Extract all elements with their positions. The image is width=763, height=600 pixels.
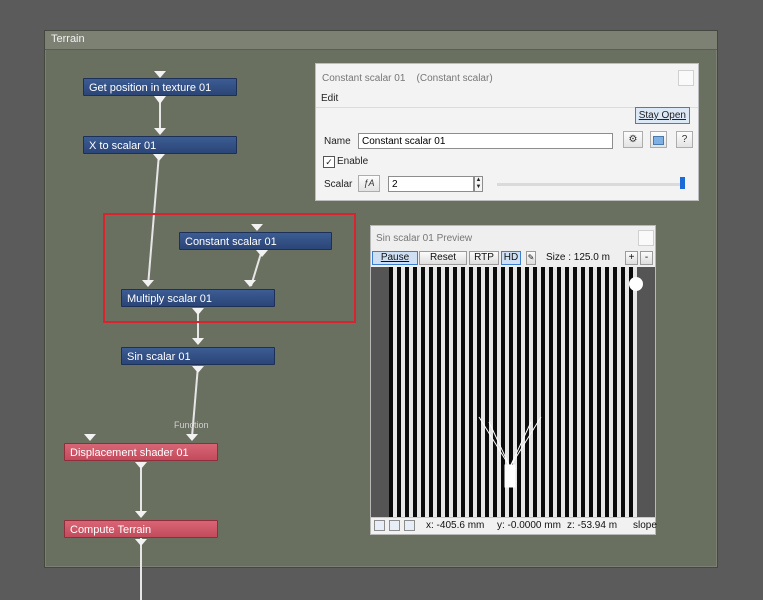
rtp-button[interactable]: RTP xyxy=(469,251,499,265)
preview-window[interactable]: Sin scalar 01 Preview Pause Reset RTP HD… xyxy=(370,225,657,535)
preview-close-button[interactable] xyxy=(638,230,654,246)
input-port-getpos xyxy=(154,71,166,78)
preview-status-bar: x: -405.6 mm y: -0.0000 mm z: -53.94 m s… xyxy=(371,517,657,534)
reset-button[interactable]: Reset xyxy=(419,251,467,265)
selection-highlight xyxy=(103,213,356,323)
stay-open-button[interactable]: Stay Open xyxy=(634,107,690,124)
scalar-slider-thumb[interactable] xyxy=(680,177,685,189)
status-z: z: -53.94 m xyxy=(567,520,618,531)
input-port-x xyxy=(154,128,166,135)
scalar-label: Scalar xyxy=(324,179,353,190)
help-button[interactable]: ? xyxy=(676,131,693,148)
brush-icon[interactable]: ✎ xyxy=(526,251,536,265)
output-port-compute xyxy=(135,539,147,546)
enable-checkbox[interactable]: ✓ xyxy=(323,156,335,168)
preview-title: Sin scalar 01 Preview xyxy=(376,233,473,244)
enable-label: Enable xyxy=(337,156,369,167)
input-port-compute xyxy=(135,511,147,518)
status-y: y: -0.0000 mm xyxy=(497,520,561,531)
camera-frustum-icon xyxy=(478,416,542,488)
hd-button[interactable]: HD xyxy=(501,251,521,265)
node-label: Compute Terrain xyxy=(70,524,152,536)
node-x-to-scalar[interactable]: X to scalar 01 xyxy=(83,136,237,154)
node-sin-scalar[interactable]: Sin scalar 01 xyxy=(121,347,275,365)
status-slope: slope xyxy=(633,520,657,531)
slope-icon[interactable] xyxy=(404,520,415,531)
pause-button[interactable]: Pause xyxy=(372,251,418,265)
crosshair-icon[interactable] xyxy=(389,520,400,531)
node-get-position-in-texture[interactable]: Get position in texture 01 xyxy=(83,78,237,96)
status-x: x: -405.6 mm xyxy=(426,520,485,531)
properties-dialog[interactable]: Constant scalar 01 (Constant scalar) Edi… xyxy=(315,63,699,201)
node-displacement-shader[interactable]: Displacement shader 01 xyxy=(64,443,218,461)
output-port-sin xyxy=(192,366,204,373)
input-port-displacement-a xyxy=(84,434,96,441)
scalar-value-field[interactable] xyxy=(388,176,474,192)
dialog-close-button[interactable] xyxy=(678,70,694,86)
scalar-slider-track[interactable] xyxy=(497,183,685,186)
node-label: Displacement shader 01 xyxy=(70,447,189,459)
preview-size: Size : 125.0 m xyxy=(546,252,610,263)
node-label: X to scalar 01 xyxy=(89,140,157,152)
name-field[interactable] xyxy=(358,133,613,149)
zoom-out-button[interactable]: - xyxy=(640,251,653,265)
image-icon[interactable] xyxy=(650,131,667,148)
node-label: Sin scalar 01 xyxy=(127,351,191,363)
function-input-label: Function xyxy=(174,420,209,430)
scalar-spinner[interactable]: ▲ ▼ xyxy=(474,176,483,192)
dialog-title: Constant scalar 01 (Constant scalar) xyxy=(322,73,493,84)
menu-edit[interactable]: Edit xyxy=(321,93,338,104)
output-port-displacement xyxy=(135,462,147,469)
eye-icon[interactable] xyxy=(374,520,385,531)
name-label: Name xyxy=(324,136,351,147)
zoom-in-button[interactable]: + xyxy=(625,251,638,265)
dialog-title-name: Constant scalar 01 xyxy=(322,73,406,84)
output-port-x xyxy=(153,154,165,161)
node-compute-terrain[interactable]: Compute Terrain xyxy=(64,520,218,538)
node-label: Get position in texture 01 xyxy=(89,82,212,94)
function-icon[interactable]: ƒA xyxy=(358,175,380,192)
preview-render[interactable] xyxy=(371,267,655,519)
output-port-getpos xyxy=(154,96,166,104)
light-source-icon[interactable] xyxy=(629,277,643,291)
input-port-displacement-function xyxy=(186,434,198,441)
input-port-sin xyxy=(192,338,204,345)
dialog-title-type: (Constant scalar) xyxy=(416,73,493,84)
gear-icon[interactable]: ⚙ xyxy=(623,131,643,148)
